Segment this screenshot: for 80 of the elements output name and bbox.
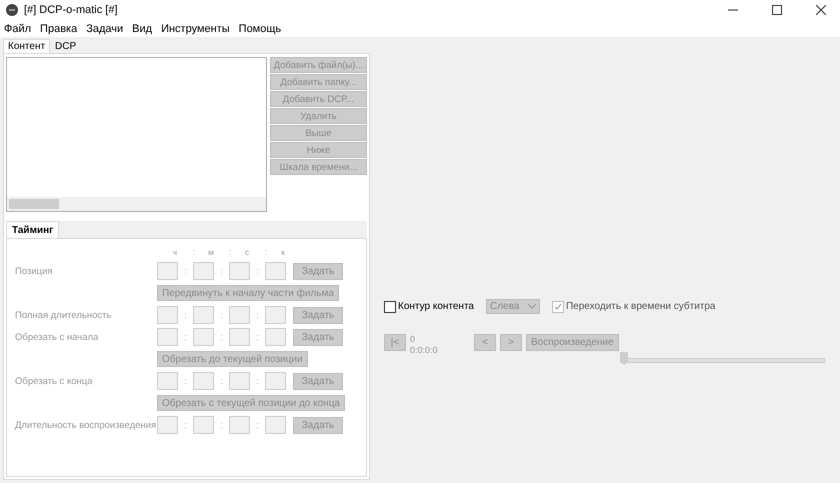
colon: : (183, 332, 188, 342)
checkbox-label: Переходить к времени субтитра (566, 301, 716, 312)
maximize-icon[interactable] (772, 5, 782, 15)
time-field[interactable] (157, 306, 178, 324)
colon: : (255, 310, 260, 320)
colon: : (219, 420, 224, 430)
time-field[interactable] (265, 262, 286, 280)
colon: : (183, 376, 188, 386)
set-button[interactable]: Задать (293, 328, 343, 346)
colon: : (183, 266, 188, 276)
colon: : (255, 376, 260, 386)
time-field[interactable] (265, 328, 286, 346)
time-field[interactable] (193, 262, 214, 280)
menu-item[interactable]: Вид (132, 22, 152, 34)
field-label: Длительность воспроизведения (15, 420, 157, 430)
action-button[interactable]: Обрезать с текущей позиции до конца (157, 395, 345, 411)
window-title: [#] DCP-o-matic [#] (24, 4, 119, 16)
menu-item[interactable]: Помощь (238, 22, 282, 34)
menu-item[interactable]: Инструменты (161, 22, 230, 34)
unit-label: м (207, 248, 215, 256)
time-field[interactable] (265, 416, 286, 434)
colon: : (255, 420, 260, 430)
content-list[interactable] (6, 57, 267, 212)
time-field[interactable] (265, 306, 286, 324)
time-field[interactable] (157, 262, 178, 280)
time-field[interactable] (193, 372, 214, 390)
next-button[interactable]: > (500, 334, 522, 351)
time-field[interactable] (193, 416, 214, 434)
colon: : (183, 420, 188, 430)
colon: : (255, 332, 260, 342)
colon: : (219, 266, 224, 276)
timecode: 0:0:0:0 (410, 345, 439, 356)
action-button[interactable]: Передвинуть к началу части фильма (157, 285, 339, 301)
dropdown[interactable]: Слева (486, 299, 540, 314)
close-icon[interactable] (816, 5, 826, 15)
timing-pane: ч : м : с : к Позиция : : : Задать Передвинуть к началу части фильма Полная длительность : : : Задать Обрезать с начала : : : Задать Обрезать до текущей позиции Обрезать с конца : : : Задать Обрезать с текущей позиции до конца Длительность воспроизведения : : : Задать (6, 238, 367, 477)
previous-button[interactable]: < (474, 334, 496, 351)
time-field[interactable] (265, 372, 286, 390)
time-field[interactable] (157, 372, 178, 390)
time-field[interactable] (229, 306, 250, 324)
unit-label: ч (172, 248, 178, 256)
time-field[interactable] (193, 306, 214, 324)
field-label: Обрезать с конца (15, 376, 94, 386)
set-button[interactable]: Задать (293, 416, 343, 434)
field-label: Позиция (15, 266, 54, 276)
field-label: Полная длительность (15, 310, 112, 320)
scrollbar[interactable] (7, 197, 266, 211)
play-button[interactable]: Воспроизведение (526, 334, 619, 351)
time-field[interactable] (229, 262, 250, 280)
frame-number: 0 (410, 334, 416, 345)
tab[interactable]: Контент (3, 39, 50, 53)
chevron-icon (528, 304, 536, 309)
time-field[interactable] (229, 372, 250, 390)
colon: : (219, 310, 224, 320)
unit-label: с (244, 248, 250, 256)
slider-thumb[interactable] (620, 352, 628, 365)
set-button[interactable]: Задать (293, 372, 343, 390)
set-button[interactable]: Задать (293, 262, 343, 280)
position-slider[interactable] (620, 352, 825, 366)
tab[interactable]: Тайминг (6, 221, 60, 238)
time-field[interactable] (229, 328, 250, 346)
colon: : (219, 376, 224, 386)
action-button[interactable]: Обрезать до текущей позиции (157, 351, 308, 367)
time-field[interactable] (193, 328, 214, 346)
field-label: Обрезать с начала (15, 332, 100, 342)
unit-label: к (280, 248, 286, 256)
menu-item[interactable]: Правка (40, 22, 78, 34)
set-button[interactable]: Задать (293, 306, 343, 324)
colon: : (219, 332, 224, 342)
app-icon (6, 4, 18, 16)
time-field[interactable] (157, 416, 178, 434)
start-button[interactable]: |< (384, 334, 406, 351)
menu-item[interactable]: Файл (4, 22, 32, 34)
checkbox[interactable] (384, 300, 396, 312)
time-field[interactable] (157, 328, 178, 346)
menu-item[interactable]: Задачи (86, 22, 124, 34)
colon: : (183, 310, 188, 320)
checkbox-label: Контур контента (398, 301, 474, 312)
colon: : (255, 266, 260, 276)
time-field[interactable] (229, 416, 250, 434)
